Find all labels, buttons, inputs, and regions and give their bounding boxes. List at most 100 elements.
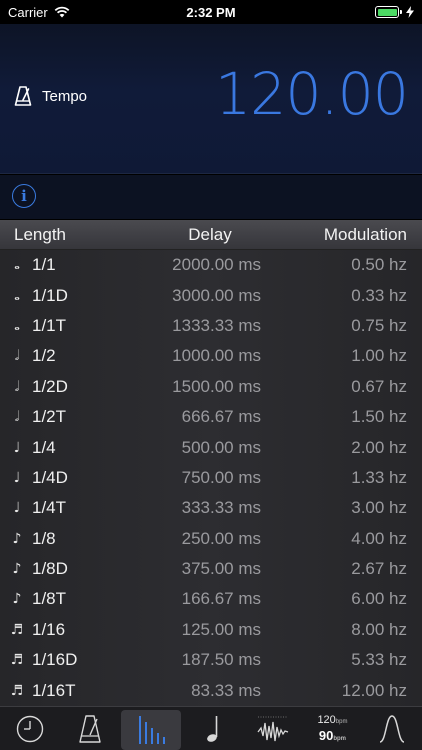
row-delay: 500.00 ms	[181, 437, 261, 457]
row-delay: 83.33 ms	[191, 680, 261, 700]
table-row[interactable]: 𝅝 1/1T 1333.33 ms 0.75 hz	[0, 311, 422, 341]
bpm-bottom-value: 90	[318, 728, 334, 743]
table-row[interactable]: 𝅗𝅥 1/2T 666.67 ms 1.50 hz	[0, 402, 422, 432]
status-left: Carrier	[8, 5, 70, 20]
note-symbol-icon: 𝅝	[14, 287, 20, 304]
row-delay: 125.00 ms	[181, 619, 261, 639]
row-length: 1/8D	[32, 559, 68, 579]
row-delay: 166.67 ms	[181, 589, 261, 609]
row-length: 1/4D	[32, 467, 68, 487]
row-modulation: 1.33 hz	[351, 467, 407, 487]
bpm-convert-icon: 120bpm 90bpm	[317, 714, 348, 743]
row-modulation: 5.33 hz	[351, 650, 407, 670]
row-delay: 3000.00 ms	[172, 285, 261, 305]
row-length: 1/1T	[32, 315, 67, 335]
bpm-top-value: 120	[317, 714, 336, 726]
row-delay: 250.00 ms	[181, 528, 261, 548]
tempo-panel[interactable]: Tempo 120.00	[0, 24, 422, 174]
status-bar: Carrier 2:32 PM	[0, 0, 422, 24]
row-modulation: 3.00 hz	[351, 498, 407, 518]
row-delay: 666.67 ms	[181, 407, 261, 427]
waveform-icon	[257, 716, 288, 741]
note-symbol-icon: 𝅗𝅥	[14, 378, 20, 395]
row-modulation: 0.75 hz	[351, 315, 407, 335]
table-row[interactable]: ♩ 1/4T 333.33 ms 3.00 hz	[0, 493, 422, 523]
tempo-value[interactable]: 120.00	[215, 60, 409, 128]
table-row[interactable]: 𝅗𝅥 1/2 1000.00 ms 1.00 hz	[0, 341, 422, 371]
row-length: 1/4	[32, 437, 56, 457]
row-modulation: 2.00 hz	[351, 437, 407, 457]
note-symbol-icon: ♪	[12, 530, 22, 547]
note-symbol-icon: ♬	[10, 621, 24, 638]
bpm-top-unit: bpm	[335, 719, 348, 725]
row-length: 1/1	[32, 255, 56, 275]
bpm-bottom-unit: bpm	[333, 736, 347, 742]
row-delay: 187.50 ms	[181, 650, 261, 670]
note-symbol-icon: ♪	[12, 591, 22, 608]
charging-bolt-icon	[406, 6, 414, 18]
table-row[interactable]: 𝅝 1/1D 3000.00 ms 0.33 hz	[0, 280, 422, 310]
tab-note[interactable]	[183, 707, 243, 750]
row-delay: 333.33 ms	[181, 498, 261, 518]
table-row[interactable]: ♩ 1/4 500.00 ms 2.00 hz	[0, 432, 422, 462]
tab-metronome[interactable]	[60, 707, 120, 750]
metronome-icon	[14, 86, 32, 106]
row-modulation: 2.67 hz	[351, 559, 407, 579]
table-row[interactable]: ♬ 1/16 125.00 ms 8.00 hz	[0, 615, 422, 645]
level-bars-icon	[139, 716, 166, 744]
row-modulation: 12.00 hz	[341, 680, 407, 700]
table-row[interactable]: 𝅗𝅥 1/2D 1500.00 ms 0.67 hz	[0, 372, 422, 402]
tab-bpm[interactable]: 120bpm 90bpm	[303, 707, 363, 750]
row-length: 1/16D	[32, 650, 78, 670]
table-row[interactable]: ♪ 1/8 250.00 ms 4.00 hz	[0, 524, 422, 554]
note-symbol-icon: 𝅝	[14, 317, 20, 334]
row-length: 1/16T	[32, 680, 76, 700]
header-modulation: Modulation	[323, 224, 407, 244]
tempo-label-group: Tempo	[14, 86, 87, 106]
row-length: 1/2T	[32, 407, 67, 427]
row-delay: 750.00 ms	[181, 467, 261, 487]
row-delay: 1333.33 ms	[172, 315, 261, 335]
row-modulation: 8.00 hz	[351, 619, 407, 639]
tab-clock[interactable]	[0, 707, 60, 750]
row-length: 1/8T	[32, 589, 67, 609]
row-length: 1/2	[32, 346, 56, 366]
table-header: Length Delay Modulation	[0, 220, 422, 250]
row-length: 1/8	[32, 528, 56, 548]
wifi-icon	[54, 6, 70, 18]
tab-levels[interactable]	[121, 710, 182, 750]
row-length: 1/1D	[32, 285, 68, 305]
row-modulation: 6.00 hz	[351, 589, 407, 609]
tempo-label: Tempo	[42, 87, 88, 105]
delay-table[interactable]: 𝅝 1/1 2000.00 ms 0.50 hz 𝅝 1/1D 3000.00 ms 0.33…	[0, 250, 422, 706]
curve-icon	[379, 714, 405, 743]
note-icon	[207, 715, 218, 742]
table-row[interactable]: ♩ 1/4D 750.00 ms 1.33 hz	[0, 463, 422, 493]
info-icon[interactable]: i	[12, 184, 36, 208]
note-symbol-icon: 𝅗𝅥	[14, 409, 20, 426]
tab-bar: 120bpm 90bpm	[0, 706, 422, 750]
row-modulation: 1.00 hz	[351, 346, 407, 366]
note-symbol-icon: ♩	[13, 469, 21, 486]
table-row[interactable]: ♪ 1/8D 375.00 ms 2.67 hz	[0, 554, 422, 584]
row-modulation: 1.50 hz	[351, 407, 407, 427]
tab-waveform[interactable]	[243, 707, 303, 750]
clock-icon	[16, 715, 44, 742]
battery-icon	[375, 6, 402, 18]
note-symbol-icon: 𝅝	[14, 257, 20, 274]
row-delay: 2000.00 ms	[172, 255, 261, 275]
info-strip: i	[0, 175, 422, 219]
note-symbol-icon: ♪	[12, 561, 22, 578]
tab-curve[interactable]	[362, 707, 422, 750]
carrier-label: Carrier	[8, 4, 48, 20]
note-symbol-icon: ♬	[10, 652, 24, 669]
row-modulation: 0.33 hz	[351, 285, 407, 305]
row-length: 1/2D	[32, 376, 68, 396]
row-modulation: 4.00 hz	[351, 528, 407, 548]
table-row[interactable]: 𝅝 1/1 2000.00 ms 0.50 hz	[0, 250, 422, 280]
table-row[interactable]: ♪ 1/8T 166.67 ms 6.00 hz	[0, 584, 422, 614]
row-modulation: 0.50 hz	[351, 255, 407, 275]
row-length: 1/4T	[32, 498, 67, 518]
table-row[interactable]: ♬ 1/16D 187.50 ms 5.33 hz	[0, 645, 422, 675]
table-row[interactable]: ♬ 1/16T 83.33 ms 12.00 hz	[0, 675, 422, 705]
